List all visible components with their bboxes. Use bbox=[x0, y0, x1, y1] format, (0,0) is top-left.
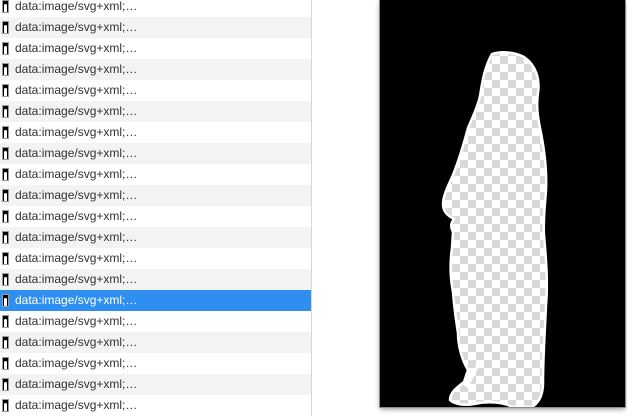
silhouette-thumbnail-icon bbox=[2, 168, 9, 181]
silhouette-thumbnail-icon bbox=[2, 42, 9, 55]
silhouette-thumbnail-icon bbox=[2, 210, 9, 223]
resource-row[interactable]: data:image/svg+xml;… bbox=[0, 80, 311, 101]
silhouette-preview-image bbox=[380, 0, 625, 407]
silhouette-thumbnail-icon bbox=[2, 315, 9, 328]
resource-url: data:image/svg+xml;… bbox=[15, 377, 138, 391]
resource-row[interactable]: data:image/svg+xml;… bbox=[0, 374, 311, 395]
resource-url: data:image/svg+xml;… bbox=[15, 188, 138, 202]
resource-row[interactable]: data:image/svg+xml;… bbox=[0, 143, 311, 164]
resource-row[interactable]: data:image/svg+xml;… bbox=[0, 164, 311, 185]
resource-url: data:image/svg+xml;… bbox=[15, 20, 138, 34]
silhouette-thumbnail-icon bbox=[2, 399, 9, 412]
silhouette-thumbnail-icon bbox=[2, 0, 9, 13]
resource-row[interactable]: data:image/svg+xml;… bbox=[0, 59, 311, 80]
resource-row[interactable]: data:image/svg+xml;… bbox=[0, 311, 311, 332]
resource-row[interactable]: data:image/svg+xml;… bbox=[0, 101, 311, 122]
resource-row[interactable]: data:image/svg+xml;… bbox=[0, 206, 311, 227]
resource-row[interactable]: data:image/svg+xml;… bbox=[0, 17, 311, 38]
resource-url: data:image/svg+xml;… bbox=[15, 230, 138, 244]
silhouette-thumbnail-icon bbox=[2, 273, 9, 286]
silhouette-thumbnail-icon bbox=[2, 63, 9, 76]
resource-list: data:image/svg+xml;… data:image/svg+xml;… bbox=[0, 0, 312, 416]
resource-row-selected[interactable]: data:image/svg+xml;… bbox=[0, 290, 311, 311]
resource-url: data:image/svg+xml;… bbox=[15, 209, 138, 223]
resource-url: data:image/svg+xml;… bbox=[15, 62, 138, 76]
resource-url: data:image/svg+xml;… bbox=[15, 272, 138, 286]
resource-url: data:image/svg+xml;… bbox=[15, 125, 138, 139]
resource-row[interactable]: data:image/svg+xml;… bbox=[0, 353, 311, 374]
resource-url: data:image/svg+xml;… bbox=[15, 356, 138, 370]
silhouette-thumbnail-icon bbox=[2, 84, 9, 97]
resource-row[interactable]: data:image/svg+xml;… bbox=[0, 38, 311, 59]
resource-row[interactable]: data:image/svg+xml;… bbox=[0, 269, 311, 290]
resource-url: data:image/svg+xml;… bbox=[15, 41, 138, 55]
resource-url: data:image/svg+xml;… bbox=[15, 167, 138, 181]
silhouette-thumbnail-icon bbox=[2, 378, 9, 391]
resource-url: data:image/svg+xml;… bbox=[15, 0, 138, 13]
resource-row[interactable]: data:image/svg+xml;… bbox=[0, 185, 311, 206]
resource-row[interactable]: data:image/svg+xml;… bbox=[0, 332, 311, 353]
silhouette-thumbnail-icon bbox=[2, 105, 9, 118]
image-preview bbox=[380, 0, 625, 407]
silhouette-thumbnail-icon bbox=[2, 21, 9, 34]
silhouette-thumbnail-icon bbox=[2, 357, 9, 370]
resource-url: data:image/svg+xml;… bbox=[15, 146, 138, 160]
resource-url: data:image/svg+xml;… bbox=[15, 314, 138, 328]
resource-url: data:image/svg+xml;… bbox=[15, 83, 138, 97]
resource-url: data:image/svg+xml;… bbox=[15, 293, 138, 307]
silhouette-thumbnail-icon bbox=[2, 336, 9, 349]
silhouette-thumbnail-icon bbox=[2, 189, 9, 202]
silhouette-thumbnail-icon bbox=[2, 147, 9, 160]
resource-url: data:image/svg+xml;… bbox=[15, 104, 138, 118]
silhouette-thumbnail-icon bbox=[2, 294, 9, 307]
resource-row[interactable]: data:image/svg+xml;… bbox=[0, 227, 311, 248]
silhouette-thumbnail-icon bbox=[2, 252, 9, 265]
silhouette-thumbnail-icon bbox=[2, 231, 9, 244]
resource-url: data:image/svg+xml;… bbox=[15, 251, 138, 265]
image-preview-pane bbox=[313, 0, 627, 413]
resource-row[interactable]: data:image/svg+xml;… bbox=[0, 122, 311, 143]
resource-url: data:image/svg+xml;… bbox=[15, 335, 138, 349]
resource-row[interactable]: data:image/svg+xml;… bbox=[0, 0, 311, 17]
silhouette-thumbnail-icon bbox=[2, 126, 9, 139]
resource-row[interactable]: data:image/svg+xml;… bbox=[0, 248, 311, 269]
